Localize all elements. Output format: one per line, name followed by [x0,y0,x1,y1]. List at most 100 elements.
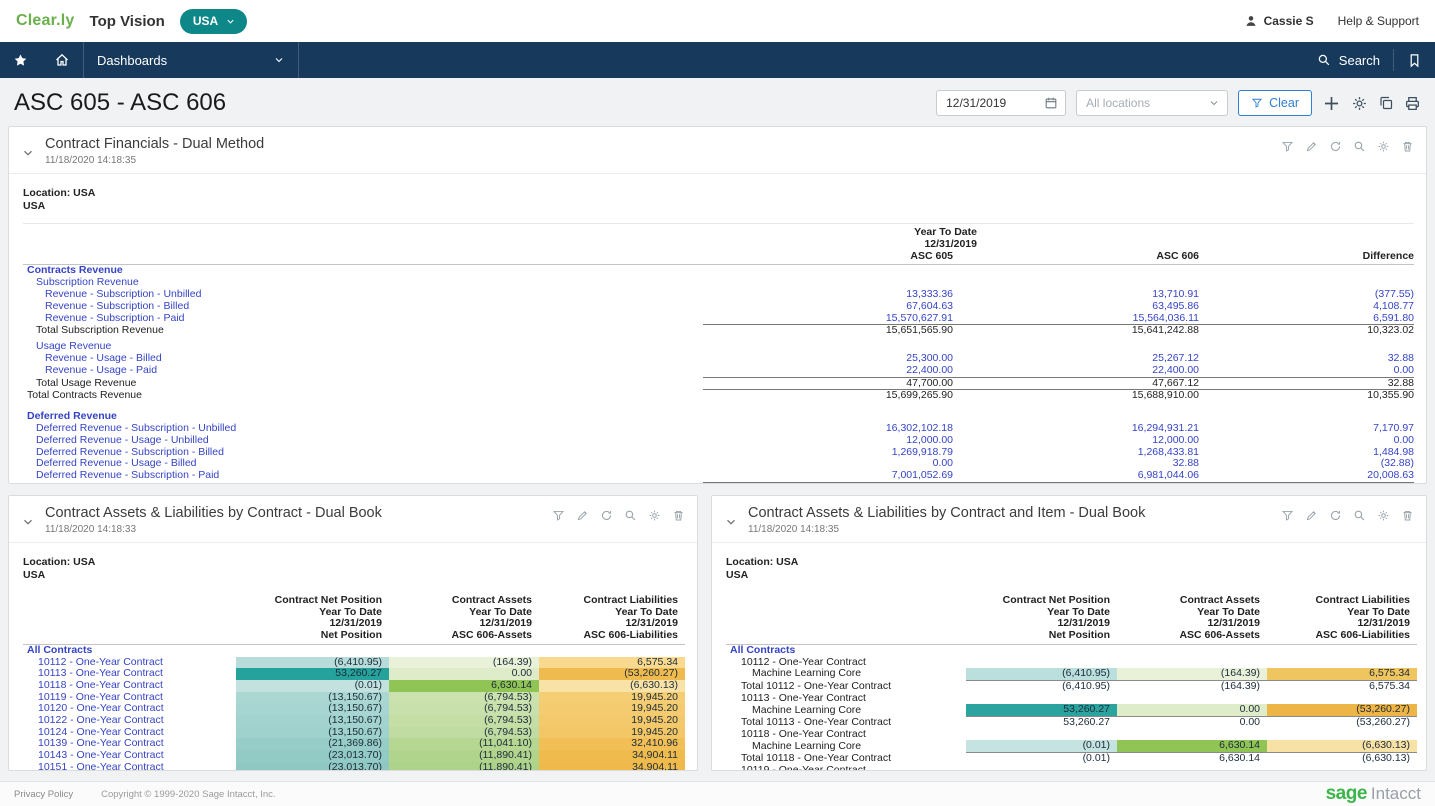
contract-row-label: 10112 - One-Year Contract [726,657,966,669]
report-value[interactable]: 13,333.36 [703,289,953,301]
favorites-button[interactable] [0,42,41,78]
report-row-label[interactable]: Revenue - Subscription - Billed [23,301,703,313]
report-value[interactable]: 25,300.00 [703,353,953,365]
report-value[interactable]: 0.00 [1199,365,1414,377]
report-value[interactable]: 12,000.00 [953,435,1199,447]
user-menu[interactable]: Cassie S [1244,14,1314,28]
report-value[interactable]: 22,400.00 [703,365,953,377]
zoom-icon[interactable] [1353,509,1366,522]
report-row-label[interactable]: Deferred Revenue - Subscription - Unbill… [23,423,703,435]
filter-icon[interactable] [552,509,565,522]
report-row-label[interactable]: Revenue - Subscription - Unbilled [23,289,703,301]
delete-icon[interactable] [1401,140,1414,153]
contract-value-cell [966,644,1117,656]
contract-row-label[interactable]: All Contracts [726,644,966,656]
report-value[interactable]: 15,564,036.11 [953,313,1199,325]
report-date-input[interactable]: 12/31/2019 [936,90,1066,116]
zoom-icon[interactable] [1353,140,1366,153]
report-row-label[interactable]: Deferred Revenue - Subscription - Paid [23,470,703,482]
contract-row-label: 10113 - One-Year Contract [726,693,966,705]
report-row-label[interactable]: Revenue - Usage - Paid [23,365,703,377]
copy-dashboard-button[interactable] [1378,95,1394,111]
report-value[interactable]: 7,170.97 [1199,423,1414,435]
report-value[interactable]: 16,294,931.21 [953,423,1199,435]
panel-timestamp: 11/18/2020 14:18:33 [45,524,382,535]
report-value[interactable]: 1,269,918.79 [703,447,953,459]
search-button[interactable]: Search [1304,42,1393,78]
report-value[interactable]: 20,008.63 [1199,470,1414,482]
report-value[interactable]: 13,710.91 [953,289,1199,301]
home-button[interactable] [41,42,83,78]
report-value[interactable]: 0.00 [1199,435,1414,447]
privacy-policy-link[interactable]: Privacy Policy [14,789,73,800]
report-value[interactable]: 6,591.80 [1199,313,1414,325]
report-value[interactable]: 4,108.77 [1199,301,1414,313]
contract-row-label[interactable]: All Contracts [23,644,236,656]
filter-icon[interactable] [1281,140,1294,153]
table-row: 10118 - One-Year Contract [726,729,1417,741]
report-value[interactable]: 32.88 [1199,353,1414,365]
report-value[interactable]: 7,001,052.69 [703,470,953,482]
settings-icon[interactable] [1377,140,1390,153]
contract-row-label[interactable]: 10151 - One-Year Contract [23,762,236,771]
refresh-icon[interactable] [1329,509,1342,522]
add-component-button[interactable] [1322,94,1341,113]
report-value[interactable]: 25,267.12 [953,353,1199,365]
settings-icon[interactable] [1377,509,1390,522]
locations-select[interactable]: All locations [1076,90,1228,116]
table-row: Total 10118 - One-Year Contract(0.01)6,6… [726,753,1417,765]
dashboards-menu[interactable]: Dashboards [83,42,299,78]
table-row: Revenue - Usage - Paid22,400.0022,400.00… [23,365,1414,377]
report-row-label[interactable]: Revenue - Usage - Billed [23,353,703,365]
delete-icon[interactable] [1401,509,1414,522]
report-value[interactable]: 22,400.00 [953,365,1199,377]
bookmark-button[interactable] [1394,42,1435,78]
edit-icon[interactable] [1305,509,1318,522]
table-row: All Contracts [23,644,685,656]
report-value[interactable]: (377.55) [1199,289,1414,301]
report-value[interactable]: 63,495.86 [953,301,1199,313]
table-row: Machine Learning Core53,260.270.00(53,26… [726,704,1417,716]
clear-filters-button[interactable]: Clear [1238,90,1312,116]
contract-row-label[interactable]: 10122 - One-Year Contract [23,715,236,727]
edit-icon[interactable] [576,509,589,522]
calendar-icon [1044,96,1058,110]
sage-intacct-logo: sage Intacct [1326,783,1421,805]
report-value[interactable]: 67,604.63 [703,301,953,313]
report-value[interactable]: 16,302,102.18 [703,423,953,435]
entity-selector[interactable]: USA [180,9,247,34]
dashboard-settings-button[interactable] [1351,95,1368,112]
panel-title: Contract Assets & Liabilities by Contrac… [45,505,382,521]
collapse-panel-icon[interactable] [724,509,738,535]
location-label: Location: USA [23,187,1412,200]
report-value[interactable]: 15,570,627.91 [703,313,953,325]
filter-icon[interactable] [1281,509,1294,522]
help-support-link[interactable]: Help & Support [1338,14,1419,28]
zoom-icon[interactable] [624,509,637,522]
edit-icon[interactable] [1305,140,1318,153]
table-row: Deferred Revenue - Usage - Unbilled12,00… [23,435,1414,447]
table-row: Total 10112 - One-Year Contract(6,410.95… [726,680,1417,692]
print-button[interactable] [1404,95,1421,112]
report-row-label[interactable]: Revenue - Subscription - Paid [23,313,703,325]
delete-icon[interactable] [672,509,685,522]
contract-value-cell: (6,410.95) [966,680,1117,692]
report-value[interactable]: 6,981,044.06 [953,470,1199,482]
report-value[interactable]: 12,000.00 [703,435,953,447]
report-row-label[interactable]: Deferred Revenue - Usage - Unbilled [23,435,703,447]
settings-icon[interactable] [648,509,661,522]
contract-row-label[interactable]: 10118 - One-Year Contract [23,680,236,692]
collapse-panel-icon[interactable] [21,140,35,166]
refresh-icon[interactable] [1329,140,1342,153]
table-row: Subscription Revenue [23,277,1414,289]
label-column-header [23,592,236,644]
assets-column-header: Contract AssetsYear To Date12/31/2019ASC… [1117,592,1267,644]
refresh-icon[interactable] [600,509,613,522]
report-row-label[interactable]: Deferred Revenue - Usage - Billed [23,458,703,470]
collapse-panel-icon[interactable] [21,509,35,535]
report-value[interactable]: 1,268,433.81 [953,447,1199,459]
table-row: Total Deferred Revenue24,585,073.6624,55… [23,482,1414,484]
report-value [1199,341,1414,353]
contract-value-cell [1267,765,1417,771]
clearly-logo[interactable]: Clear.ly [16,12,75,30]
